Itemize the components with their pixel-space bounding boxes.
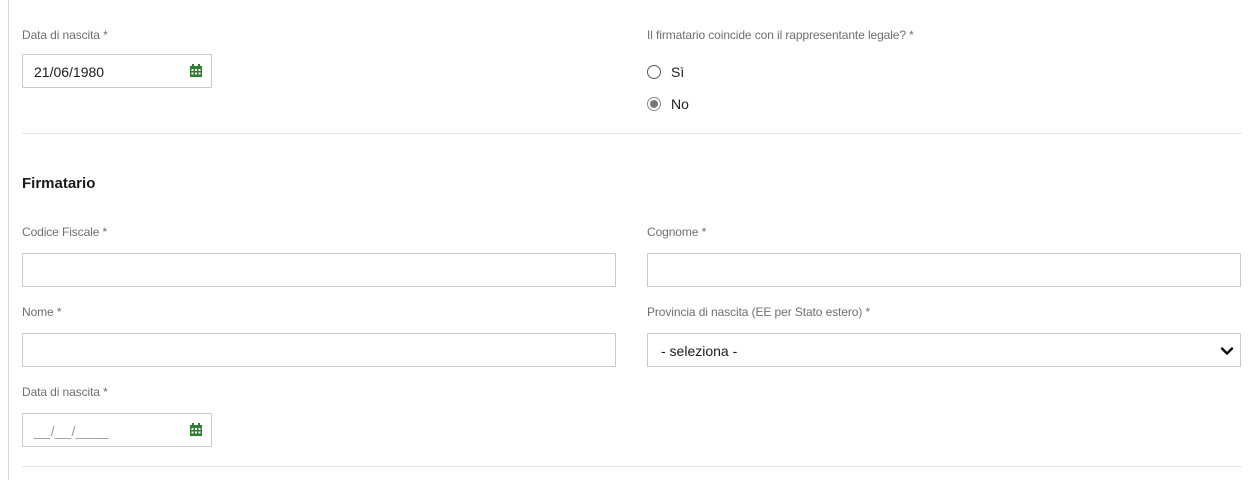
birth-province-selected: - seleziona - xyxy=(661,343,738,359)
radio-option-yes[interactable]: Sì xyxy=(647,62,684,82)
divider xyxy=(22,133,1242,134)
birth-date-field[interactable]: 21/06/1980 xyxy=(22,54,212,88)
fiscal-code-label: Codice Fiscale * xyxy=(22,225,108,239)
signer-birth-date-label: Data di nascita * xyxy=(22,385,108,399)
radio-yes[interactable] xyxy=(647,65,661,79)
surname-label: Cognome * xyxy=(647,225,707,239)
signer-birth-date-mask: __/__/____ xyxy=(34,423,110,439)
radio-no[interactable] xyxy=(647,97,661,111)
calendar-icon[interactable] xyxy=(189,423,203,437)
radio-option-no[interactable]: No xyxy=(647,94,689,114)
surname-input[interactable] xyxy=(647,253,1241,287)
section-title: Firmatario xyxy=(22,175,96,192)
chevron-down-icon xyxy=(1220,347,1234,355)
radio-no-label: No xyxy=(671,96,689,112)
name-label: Nome * xyxy=(22,305,62,319)
birth-province-select[interactable]: - seleziona - xyxy=(647,333,1241,367)
calendar-icon[interactable] xyxy=(189,64,203,78)
name-input[interactable] xyxy=(22,333,616,367)
radio-yes-label: Sì xyxy=(671,64,685,80)
divider xyxy=(22,466,1242,467)
birth-date-label: Data di nascita * xyxy=(22,28,108,42)
fiscal-code-input[interactable] xyxy=(22,253,616,287)
signer-birth-date-field[interactable]: __/__/____ xyxy=(22,413,212,447)
signer-question-label: Il firmatario coincide con il rappresent… xyxy=(647,28,914,42)
birth-date-value: 21/06/1980 xyxy=(34,64,105,80)
birth-province-label: Provincia di nascita (EE per Stato ester… xyxy=(647,305,871,319)
left-border xyxy=(8,0,9,480)
